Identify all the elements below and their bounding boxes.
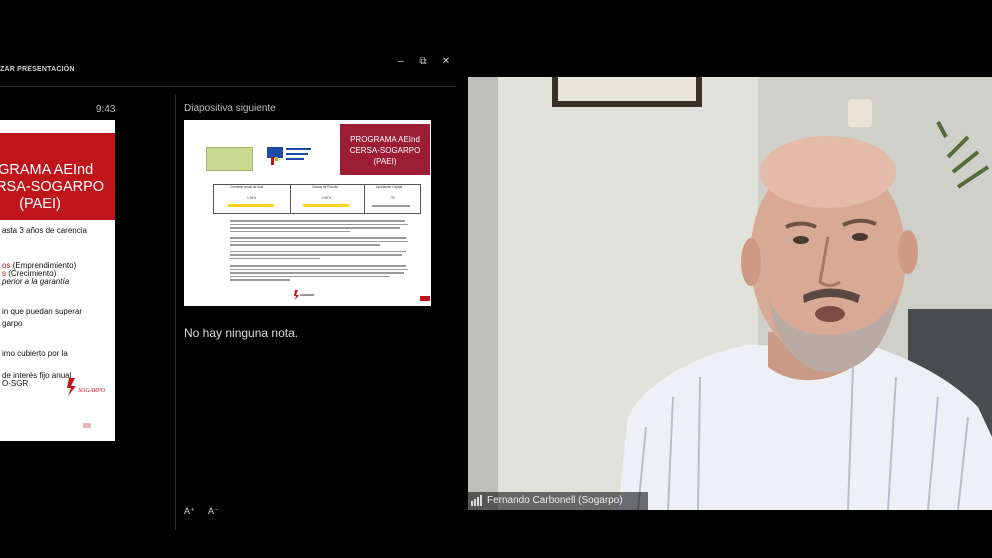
current-slide[interactable]: OGRAMA AEInd CERSA-SOGARPO (PAEI) asta 3…: [0, 120, 115, 441]
slide-footer-mark: [83, 423, 91, 428]
next-slide-preview[interactable]: PROGRAMA AEInd CERSA-SOGARPO (PAEI) Comi…: [184, 120, 431, 306]
slide-title-banner: OGRAMA AEInd CERSA-SOGARPO (PAEI): [0, 133, 115, 220]
slide-image: [206, 147, 253, 171]
slide-bullet: O-SGR: [2, 379, 29, 388]
table-cell: Aportación Capital 7%: [364, 185, 420, 213]
slide-title: PROGRAMA AEInd CERSA-SOGARPO (PAEI): [349, 135, 421, 166]
title-divider: [0, 86, 455, 87]
decrease-font-icon[interactable]: A⁻: [208, 506, 219, 517]
slide-footer-mark: [420, 296, 430, 301]
restore-button[interactable]: ⧉: [417, 56, 429, 68]
table-cell: Comisión anual de Aval 1,35%: [214, 185, 291, 213]
table-cell: Gastos de Estudio 0,50%: [290, 185, 365, 213]
increase-font-icon[interactable]: A⁺: [184, 506, 195, 517]
pane-divider[interactable]: [175, 95, 176, 530]
slide-bullet: asta 3 años de carencia: [2, 226, 87, 235]
eu-logo-text: [286, 148, 316, 160]
video-frame: [468, 77, 992, 510]
next-slide-label: Diapositiva siguiente: [184, 103, 276, 114]
presenter-view: ZAR PRESENTACIÓN – ⧉ ✕ 9:43 Diapositiva …: [0, 0, 462, 558]
slide-bullet: imo cubierto por la: [2, 349, 68, 358]
signal-strength-icon: [471, 495, 482, 506]
ministry-logo-icon: [271, 157, 278, 165]
minimize-button[interactable]: –: [395, 56, 407, 68]
slide-bullet: garpo: [2, 319, 23, 328]
participant-video[interactable]: [468, 77, 992, 510]
window-title: ZAR PRESENTACIÓN: [0, 66, 75, 73]
sogarpo-logo: [294, 290, 314, 300]
sogarpo-logo: SOGARPO: [67, 378, 106, 396]
slide-table: Comisión anual de Aval 1,35% Gastos de E…: [213, 184, 421, 214]
highlight: [228, 204, 274, 207]
participant-name: Fernando Carbonell (Sogarpo): [487, 495, 623, 506]
speaker-notes: No hay ninguna nota.: [184, 326, 299, 340]
slide-bullet: in que puedan superar: [2, 307, 83, 316]
slide-title: OGRAMA AEInd CERSA-SOGARPO (PAEI): [0, 162, 105, 212]
highlight: [303, 204, 349, 207]
svg-text:SOGARPO: SOGARPO: [78, 388, 106, 394]
close-button[interactable]: ✕: [440, 56, 452, 68]
slide-title-banner: PROGRAMA AEInd CERSA-SOGARPO (PAEI): [340, 124, 430, 175]
slide-body-text: [230, 220, 410, 281]
slide-bullet: perior a la garantía: [2, 277, 70, 286]
elapsed-time: 9:43: [96, 104, 116, 115]
